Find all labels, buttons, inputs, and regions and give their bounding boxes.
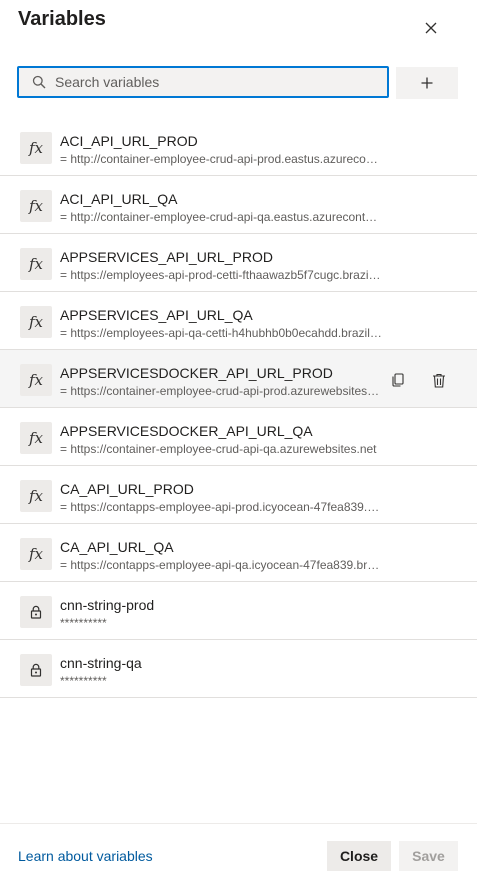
function-icon: 𝑓x (20, 248, 52, 280)
variable-name: APPSERVICESDOCKER_API_URL_PROD (60, 365, 333, 381)
close-panel-button[interactable] (419, 16, 443, 40)
variable-name: cnn-string-prod (60, 597, 155, 613)
variable-row[interactable]: cnn-string-qa ********** (0, 640, 477, 698)
function-icon: 𝑓x (20, 190, 52, 222)
variable-row[interactable]: 𝑓x CA_API_URL_PROD = https://contapps-empl… (0, 466, 477, 524)
variable-row[interactable]: 𝑓x CA_API_URL_QA = https://contapps-employ… (0, 524, 477, 582)
copy-icon[interactable] (388, 370, 408, 390)
variable-value: = http://container-employee-crud-api-qa.… (60, 210, 382, 224)
variable-value: ********** (60, 616, 107, 630)
footer-divider (0, 823, 477, 824)
variable-name: ACI_API_URL_PROD (60, 133, 198, 149)
variable-row[interactable]: 𝑓x ACI_API_URL_QA = http://container-emplo… (0, 176, 477, 234)
variable-row[interactable]: 𝑓x APPSERVICES_API_URL_PROD = https://empl… (0, 234, 477, 292)
variable-row[interactable]: 𝑓x ACI_API_URL_PROD = http://container-emp… (0, 118, 477, 176)
variable-name: CA_API_URL_PROD (60, 481, 194, 497)
lock-icon (20, 596, 52, 628)
function-icon: 𝑓x (20, 132, 52, 164)
function-icon: 𝑓x (20, 480, 52, 512)
variable-row[interactable]: 𝑓x APPSERVICESDOCKER_API_URL_QA = https://… (0, 408, 477, 466)
variable-value: = http://container-employee-crud-api-pro… (60, 152, 382, 166)
variable-value: = https://contapps-employee-api-qa.icyoc… (60, 558, 382, 572)
variable-name: ACI_API_URL_QA (60, 191, 178, 207)
variable-row[interactable]: cnn-string-prod ********** (0, 582, 477, 640)
variable-name: APPSERVICES_API_URL_QA (60, 307, 253, 323)
close-icon (425, 22, 437, 34)
save-button: Save (399, 841, 458, 871)
variable-list: 𝑓x ACI_API_URL_PROD = http://container-emp… (0, 118, 477, 698)
panel-title: Variables (18, 8, 106, 30)
variable-value: = https://contapps-employee-api-prod.icy… (60, 500, 382, 514)
variable-name: cnn-string-qa (60, 655, 142, 671)
variable-row[interactable]: 𝑓x APPSERVICESDOCKER_API_URL_PROD = https:… (0, 350, 477, 408)
function-icon: 𝑓x (20, 306, 52, 338)
variable-name: CA_API_URL_QA (60, 539, 174, 555)
lock-icon (20, 654, 52, 686)
search-box[interactable] (17, 66, 389, 98)
plus-icon (421, 77, 433, 89)
learn-about-variables-link[interactable]: Learn about variables (18, 848, 153, 864)
function-icon: 𝑓x (20, 364, 52, 396)
trash-icon[interactable] (429, 370, 449, 390)
variable-value: = https://employees-api-prod-cetti-fthaa… (60, 268, 382, 282)
variable-value: = https://employees-api-qa-cetti-h4hubhb… (60, 326, 382, 340)
close-button[interactable]: Close (327, 841, 391, 871)
add-variable-button[interactable] (396, 67, 458, 99)
search-icon (32, 75, 46, 89)
variable-value: = https://container-employee-crud-api-qa… (60, 442, 377, 456)
variable-name: APPSERVICES_API_URL_PROD (60, 249, 273, 265)
function-icon: 𝑓x (20, 538, 52, 570)
variable-row[interactable]: 𝑓x APPSERVICES_API_URL_QA = https://employ… (0, 292, 477, 350)
variable-name: APPSERVICESDOCKER_API_URL_QA (60, 423, 313, 439)
function-icon: 𝑓x (20, 422, 52, 454)
variable-value: = https://container-employee-crud-api-pr… (60, 384, 382, 398)
search-input[interactable] (55, 68, 387, 96)
variable-value: ********** (60, 674, 107, 688)
